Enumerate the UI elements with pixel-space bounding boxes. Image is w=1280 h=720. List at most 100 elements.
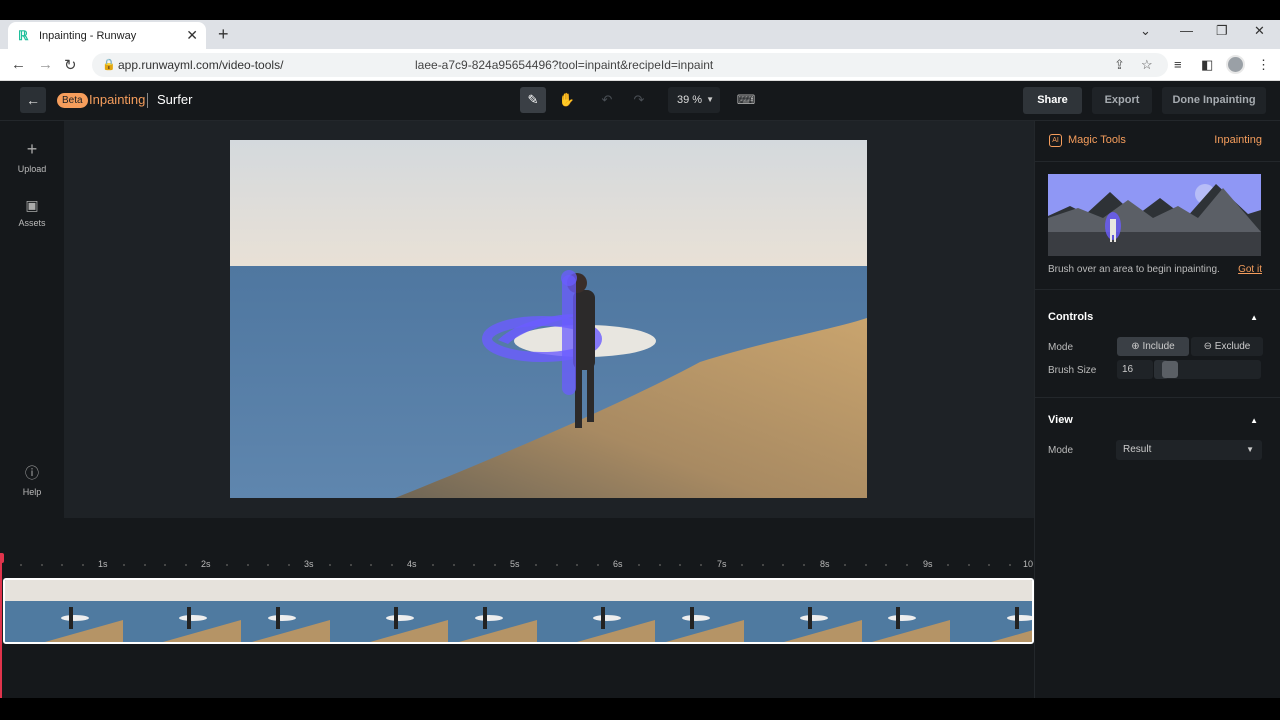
brush-icon: ✎ [527,92,539,107]
media-icon[interactable]: ≡ [1174,57,1182,72]
include-mode-button[interactable]: ⊕ Include [1117,337,1189,356]
share-button[interactable]: Share [1023,87,1082,114]
timeline-ruler[interactable]: 1s 2s 3s 4s 5s 6s 7s 8s 9s 10 [0,550,1034,578]
video-clip-strip[interactable] [3,578,1034,644]
keyboard-shortcuts-button[interactable]: ⌨ [733,87,759,113]
restore-icon[interactable]: ❐ [1216,23,1228,39]
collapse-view-icon[interactable]: ▲ [1250,416,1258,425]
ruler-dot [329,564,331,566]
thumb-surfer [483,607,487,629]
sidebar-icon[interactable]: ◧ [1201,57,1213,73]
inpainting-hint: Brush over an area to begin inpainting. [1048,264,1220,275]
thumb-surfer [187,607,191,629]
exclude-mode-button[interactable]: ⊖ Exclude [1191,337,1263,356]
reload-icon[interactable]: ↻ [64,56,77,74]
browser-toolbar: ← → ↻ 🔒 app.runwayml.com/video-tools/ la… [0,49,1280,81]
surfer-frame-image [230,140,867,498]
brush-tool-button[interactable]: ✎ [520,87,546,113]
magic-tools-panel: AI Magic Tools Inpainting Brush over an … [1034,121,1280,698]
lock-icon[interactable]: 🔒 [102,58,116,71]
thumb-surfboard [888,615,916,621]
undo-button[interactable]: ↶ [594,87,620,113]
ruler-dot [370,564,373,566]
browser-tab[interactable]: ℝ Inpainting - Runway ✕ [8,22,206,49]
url-left: app.runwayml.com/video-tools/ [118,58,284,72]
divider [1035,289,1280,290]
view-mode-select[interactable]: Result ▼ [1116,440,1262,460]
export-button[interactable]: Export [1092,87,1152,114]
brush-size-slider[interactable] [1154,360,1261,379]
thumb-surfer [896,607,900,629]
thumb-surfboard [386,615,414,621]
chevron-down-icon: ▼ [706,95,714,104]
ruler-dot [267,564,270,566]
tick-6s: 6s [613,559,623,569]
ruler-dot [246,564,249,566]
new-tab-icon[interactable]: + [218,24,229,45]
forward-arrow-icon[interactable]: → [38,56,53,73]
got-it-link[interactable]: Got it [1238,264,1262,275]
upload-button[interactable]: + Upload [0,139,64,174]
controls-heading[interactable]: Controls [1048,311,1093,323]
tab-search-icon[interactable]: ⌄ [1140,23,1151,39]
thumb-surfer [808,607,812,629]
close-tab-icon[interactable]: ✕ [186,27,198,44]
ruler-dot [349,564,352,566]
ruler-dot [699,564,702,566]
minimize-icon[interactable]: — [1180,23,1193,38]
timeline-header [0,518,1034,550]
tick-5s: 5s [510,559,520,569]
ruler-dot [473,564,476,566]
exclude-label: Exclude [1214,341,1251,352]
share-icon[interactable]: ⇪ [1114,57,1125,73]
project-name[interactable]: Surfer [157,92,192,107]
tool-title: Inpainting [89,92,146,107]
address-bar[interactable]: 🔒 app.runwayml.com/video-tools/ laee-a7c… [92,53,1168,77]
close-window-icon[interactable]: ✕ [1254,23,1265,39]
ruler-dot [782,564,785,566]
hand-icon: ✋ [558,92,576,107]
magic-tools-label[interactable]: Magic Tools [1068,134,1126,146]
assets-button[interactable]: ▣ Assets [0,197,64,228]
back-arrow-icon[interactable]: ← [11,56,26,73]
zoom-value: 39 % [677,94,703,106]
ruler-dot [576,564,579,566]
hand-tool-button[interactable]: ✋ [554,87,580,113]
runway-logo-icon: ℝ [18,27,29,43]
view-mode-value: Result [1123,444,1152,455]
ruler-dot [61,564,64,566]
thumb-surfboard [593,615,621,621]
editor-canvas[interactable] [64,121,1034,518]
ruler-dot [761,564,764,566]
include-label: Include [1142,341,1175,352]
tick-9s: 9s [923,559,933,569]
assets-label: Assets [18,218,46,228]
done-inpainting-button[interactable]: Done Inpainting [1162,87,1266,114]
back-button[interactable]: ← [20,87,46,113]
collapse-controls-icon[interactable]: ▲ [1250,313,1258,322]
timeline-footer [0,644,1034,698]
redo-button[interactable]: ↷ [626,87,652,113]
title-divider [147,93,148,108]
ruler-dot [596,564,599,566]
video-frame[interactable] [230,140,867,498]
tick-7s: 7s [717,559,727,569]
zoom-select[interactable]: 39 % ▼ [668,87,720,113]
keyboard-icon: ⌨ [736,92,756,107]
brush-size-input[interactable]: 16 [1117,360,1153,379]
slider-thumb[interactable] [1162,361,1178,378]
brush-size-label: Brush Size [1048,365,1097,376]
profile-icon[interactable] [1226,55,1245,74]
menu-icon[interactable]: ⋮ [1257,57,1270,73]
playhead[interactable] [0,553,4,698]
help-button[interactable]: ⓘ Help [0,463,64,497]
ruler-dot [432,564,434,566]
undo-icon: ↶ [601,92,613,107]
view-heading[interactable]: View [1048,414,1073,426]
browser-tabbar: ℝ Inpainting - Runway ✕ + ⌄ — ❐ ✕ [0,20,1280,49]
thumb-surfer [690,607,694,629]
tick-3s: 3s [304,559,314,569]
ruler-dot [493,564,496,566]
ruler-dot [20,564,22,566]
star-icon[interactable]: ☆ [1141,57,1153,73]
